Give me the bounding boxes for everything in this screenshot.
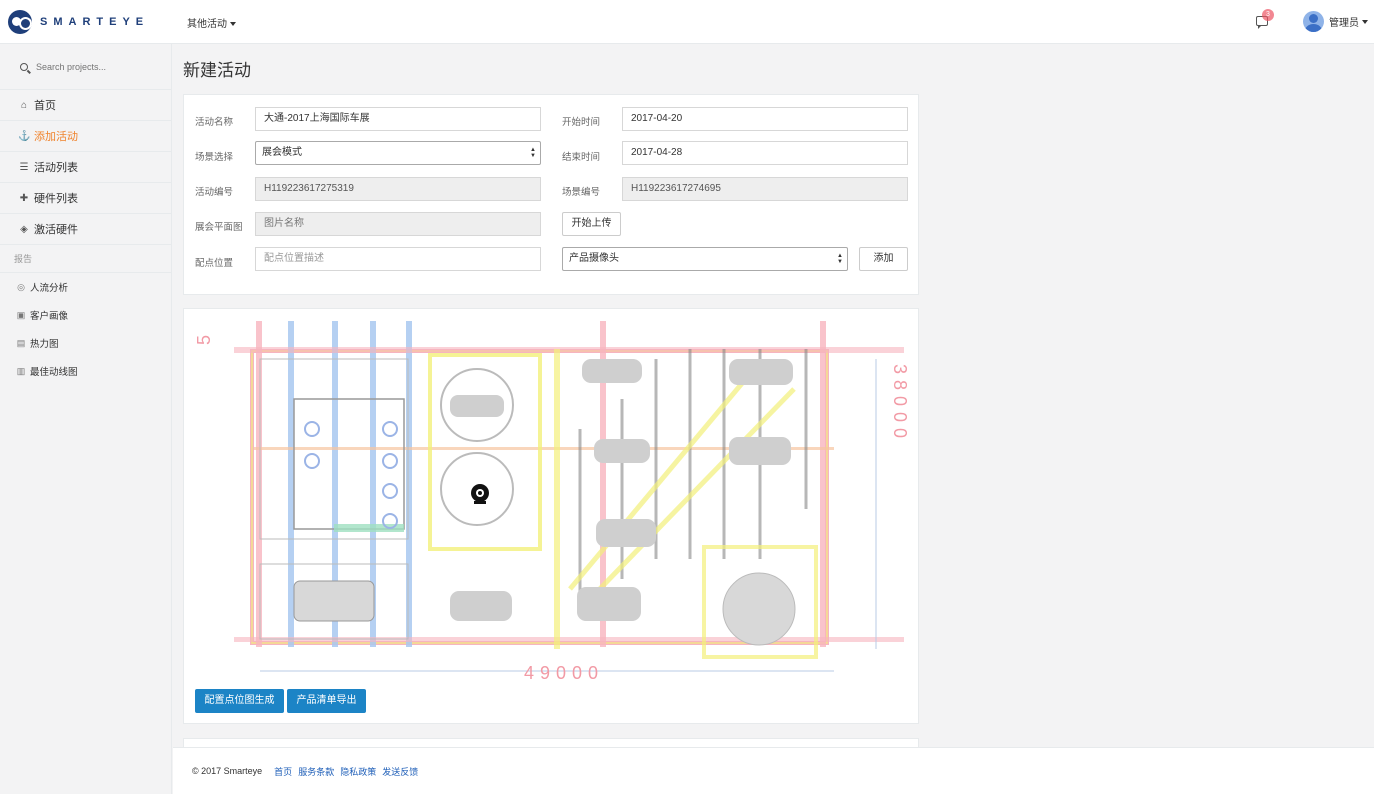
activity-no-input: H119223617275319 [255, 177, 541, 201]
device-select-value: 产品摄像头 [569, 253, 619, 264]
bar-chart-icon: ▥ [16, 365, 26, 376]
list-icon: ☰ [19, 161, 29, 173]
other-activities-label: 其他活动 [187, 19, 227, 30]
select-arrows-icon: ▲ ▼ [837, 253, 843, 265]
sidebar-item-hardware-list[interactable]: ✚ 硬件列表 [0, 183, 171, 214]
notification-badge: 3 [1262, 9, 1274, 21]
device-select[interactable]: 产品摄像头 ▲ ▼ [562, 247, 848, 271]
sidebar-item-label: 人流分析 [30, 283, 69, 294]
sidebar-item-label: 添加活动 [34, 131, 78, 143]
footer: © 2017 Smarteye 首页 服务条款 隐私政策 发送反馈 [173, 747, 1374, 794]
sidebar-item-add-activity[interactable]: ⚓ 添加活动 [0, 121, 171, 152]
page-title: 新建活动 [183, 61, 251, 80]
activity-form: 活动名称 大通-2017上海国际车展 开始时间 2017-04-20 场景选择 … [183, 94, 919, 295]
map-dimension-height: 38000 [890, 364, 908, 444]
brand-name: SMARTEYE [40, 16, 150, 28]
search-icon [20, 62, 28, 71]
map-dimension-left: 5 [194, 335, 214, 345]
avatar [1303, 11, 1324, 32]
anchor-icon: ⚓ [18, 130, 31, 142]
footer-link-terms[interactable]: 服务条款 [298, 765, 334, 778]
caret-down-icon [230, 22, 236, 27]
home-icon: ⌂ [20, 99, 28, 111]
footer-link-feedback[interactable]: 发送反馈 [382, 765, 418, 778]
sidebar-item-heatmap[interactable]: ▤ 热力图 [0, 329, 171, 357]
sidebar-item-traffic-analysis[interactable]: ◎ 人流分析 [0, 273, 171, 301]
file-icon: ▤ [16, 337, 26, 348]
sidebar-item-activity-list[interactable]: ☰ 活动列表 [0, 152, 171, 183]
sidebar-item-label: 激活硬件 [34, 224, 78, 236]
floorplan-map[interactable]: 49000 38000 5 [194, 319, 908, 687]
sidebar-item-label: 活动列表 [34, 162, 78, 174]
sidebar: ⌂ 首页 ⚓ 添加活动 ☰ 活动列表 ✚ 硬件列表 ◈ 激活硬件 报告 ◎ 人流… [0, 44, 172, 794]
footer-link-home[interactable]: 首页 [274, 765, 292, 778]
user-name: 管理员 [1329, 18, 1359, 29]
sidebar-item-label: 客户画像 [30, 311, 69, 322]
map-dimension-width: 49000 [524, 663, 604, 683]
scene-select-value: 展会模式 [262, 147, 302, 158]
reports-section-label: 报告 [0, 245, 171, 273]
export-product-list-button[interactable]: 产品清单导出 [287, 689, 366, 713]
floorplan-panel: 49000 38000 5 配置点位图生成 产品清单导出 [183, 308, 919, 724]
sidebar-item-label: 硬件列表 [34, 193, 78, 205]
sidebar-item-best-route[interactable]: ▥ 最佳动线图 [0, 357, 171, 385]
activity-name-input[interactable]: 大通-2017上海国际车展 [255, 107, 541, 131]
search-input[interactable] [36, 61, 166, 72]
generate-point-map-button[interactable]: 配置点位图生成 [195, 689, 284, 713]
sidebar-item-label: 最佳动线图 [30, 367, 78, 378]
scene-select[interactable]: 展会模式 ▲ ▼ [255, 141, 541, 165]
image-icon: ▣ [16, 309, 26, 320]
sidebar-item-home[interactable]: ⌂ 首页 [0, 90, 171, 121]
activity-no-label: 活动编号 [195, 187, 234, 198]
select-arrows-icon: ▲ ▼ [530, 147, 536, 159]
puzzle-icon: ✚ [19, 192, 29, 204]
end-time-input[interactable]: 2017-04-28 [622, 141, 908, 165]
floorplan-name-input: 图片名称 [255, 212, 541, 236]
point-label: 配点位置 [195, 258, 234, 269]
footer-copyright: © 2017 Smarteye [192, 766, 263, 776]
sidebar-item-label: 热力图 [30, 339, 59, 350]
caret-down-icon [1362, 19, 1368, 24]
sidebar-search [0, 44, 171, 90]
activity-name-label: 活动名称 [195, 117, 234, 128]
globe-icon: ◎ [17, 281, 25, 292]
start-upload-button[interactable]: 开始上传 [562, 212, 621, 236]
sidebar-item-activate-hardware[interactable]: ◈ 激活硬件 [0, 214, 171, 245]
sidebar-item-label: 首页 [34, 100, 56, 112]
scene-no-label: 场景编号 [562, 187, 601, 198]
top-navbar: SMARTEYE 其他活动 3 管理员 [0, 0, 1374, 44]
shield-icon: ◈ [20, 223, 28, 235]
user-menu[interactable]: 管理员 [1303, 11, 1368, 32]
start-time-label: 开始时间 [562, 117, 601, 128]
floorplan-label: 展会平面图 [195, 222, 243, 233]
add-button[interactable]: 添加 [859, 247, 908, 271]
logo-mark-icon [8, 10, 32, 34]
scene-label: 场景选择 [195, 152, 234, 163]
other-activities-dropdown[interactable]: 其他活动 [187, 15, 236, 30]
footer-link-privacy[interactable]: 隐私政策 [340, 765, 376, 778]
start-time-input[interactable]: 2017-04-20 [622, 107, 908, 131]
sidebar-item-customer-profile[interactable]: ▣ 客户画像 [0, 301, 171, 329]
end-time-label: 结束时间 [562, 152, 601, 163]
point-description-input[interactable]: 配点位置描述 [255, 247, 541, 271]
scene-no-input: H119223617274695 [622, 177, 908, 201]
brand-logo[interactable]: SMARTEYE [8, 10, 149, 34]
